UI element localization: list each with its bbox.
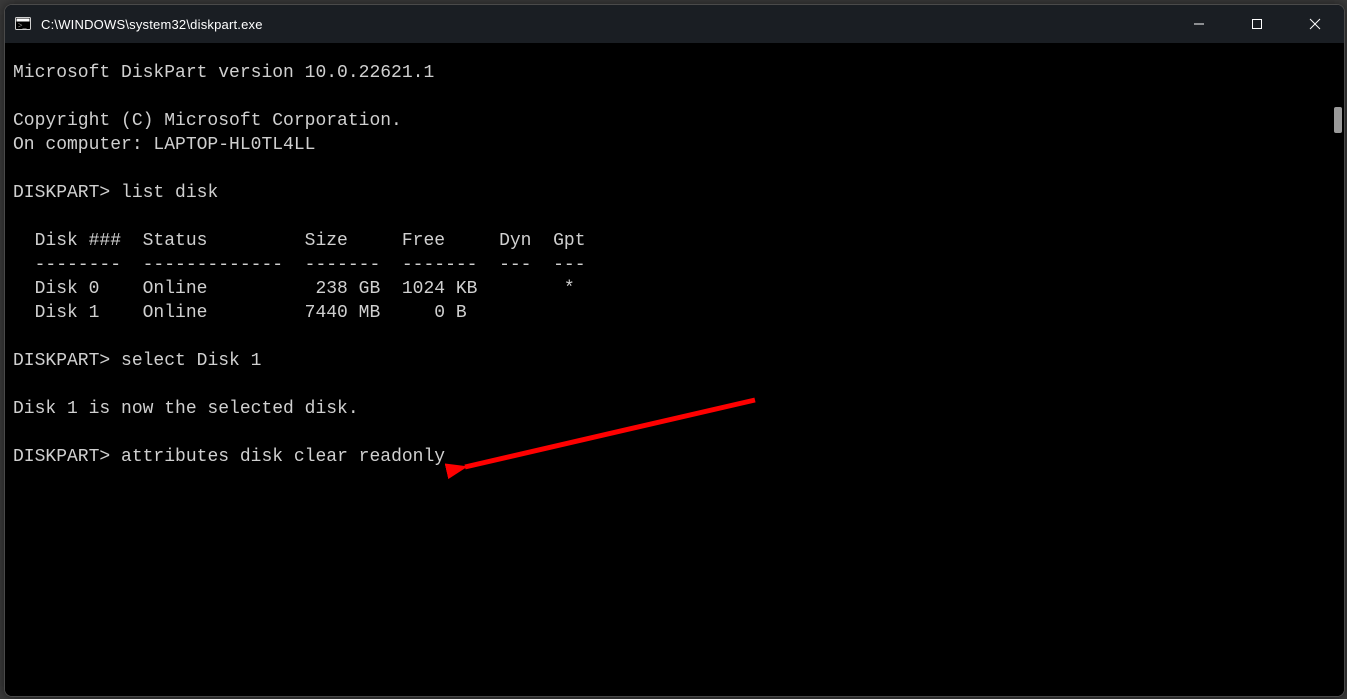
prompt: DISKPART> (13, 351, 110, 371)
terminal-output[interactable]: Microsoft DiskPart version 10.0.22621.1 … (5, 43, 1332, 696)
scrollbar-track[interactable] (1332, 43, 1344, 696)
cmd-select-disk: select Disk 1 (121, 351, 261, 371)
table-header: Disk ### Status Size Free Dyn Gpt (13, 231, 586, 251)
minimize-button[interactable] (1170, 5, 1228, 43)
close-button[interactable] (1286, 5, 1344, 43)
select-response: Disk 1 is now the selected disk. (13, 399, 359, 419)
app-window: >_ C:\WINDOWS\system32\diskpart.exe Micr… (4, 4, 1345, 697)
terminal-icon: >_ (15, 16, 31, 32)
table-divider: -------- ------------- ------- ------- -… (13, 255, 586, 275)
cmd-list-disk: list disk (121, 183, 218, 203)
computer-line: On computer: LAPTOP-HL0TL4LL (13, 135, 315, 155)
version-line: Microsoft DiskPart version 10.0.22621.1 (13, 63, 434, 83)
scrollbar-thumb[interactable] (1334, 107, 1342, 133)
maximize-button[interactable] (1228, 5, 1286, 43)
window-controls (1170, 5, 1344, 43)
window-title: C:\WINDOWS\system32\diskpart.exe (41, 17, 263, 32)
svg-text:>_: >_ (18, 21, 28, 30)
cmd-attributes: attributes disk clear readonly (121, 447, 445, 467)
prompt: DISKPART> (13, 447, 110, 467)
prompt: DISKPART> (13, 183, 110, 203)
titlebar[interactable]: >_ C:\WINDOWS\system32\diskpart.exe (5, 5, 1344, 43)
table-row: Disk 0 Online 238 GB 1024 KB * (13, 279, 575, 299)
copyright-line: Copyright (C) Microsoft Corporation. (13, 111, 402, 131)
table-row: Disk 1 Online 7440 MB 0 B (13, 303, 467, 323)
